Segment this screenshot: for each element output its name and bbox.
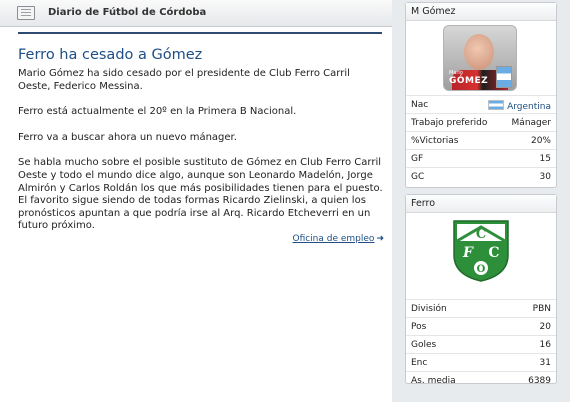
nation-link[interactable]: Argentina bbox=[488, 100, 551, 112]
club-name[interactable]: Ferro bbox=[406, 195, 556, 213]
stat-label: División bbox=[411, 304, 447, 314]
argentina-flag-icon bbox=[496, 66, 512, 88]
stat-value: 30 bbox=[539, 172, 551, 182]
stat-value: PBN bbox=[532, 304, 551, 314]
manager-portrait[interactable]: Mario GÓMEZ bbox=[443, 25, 517, 91]
face-image bbox=[464, 34, 494, 70]
news-headline: Ferro ha cesado a Gómez bbox=[18, 47, 203, 63]
argentina-flag-icon bbox=[488, 100, 505, 110]
crest-letter-top: C bbox=[476, 227, 486, 242]
stat-row-nationality: Nac Argentina bbox=[406, 95, 556, 113]
stat-row-attendance: As. media 6389 bbox=[406, 371, 556, 389]
stat-label: Nac bbox=[411, 100, 429, 110]
news-source: Diario de Fútbol de Córdoba bbox=[48, 7, 207, 18]
stat-value: 15 bbox=[539, 154, 551, 164]
stat-value: 20 bbox=[539, 322, 551, 332]
club-crest-area: C F C O bbox=[406, 213, 556, 299]
news-body: Mario Gómez ha sido cesado por el presid… bbox=[18, 68, 384, 246]
portrait-last-name: GÓMEZ bbox=[449, 76, 489, 86]
stat-row-position: Pos 20 bbox=[406, 317, 556, 335]
stat-row-win-pct: %Victorias 20% bbox=[406, 131, 556, 149]
crest-letter-right: C bbox=[488, 245, 499, 261]
stat-value: Mánager bbox=[511, 118, 551, 128]
news-paragraph: Mario Gómez ha sido cesado por el presid… bbox=[18, 68, 350, 92]
stat-label: Pos bbox=[411, 322, 427, 332]
stat-row-preferred-job: Trabajo preferido Mánager bbox=[406, 113, 556, 131]
title-divider bbox=[18, 32, 382, 34]
manager-name[interactable]: M Gómez bbox=[406, 3, 556, 21]
stat-label: As. media bbox=[411, 376, 456, 386]
newspaper-icon bbox=[17, 6, 35, 20]
stat-label: Enc bbox=[411, 358, 428, 368]
ferro-crest-icon[interactable]: C F C O bbox=[452, 219, 510, 283]
stat-row-goals-against: GC 30 bbox=[406, 167, 556, 185]
news-paragraph: Ferro va a buscar ahora un nuevo mánager… bbox=[18, 131, 237, 143]
stat-row-conceded: Enc 31 bbox=[406, 353, 556, 371]
news-paragraph: Ferro está actualmente el 20º en la Prim… bbox=[18, 106, 297, 118]
job-centre-link[interactable]: Oficina de empleo ➜ bbox=[292, 234, 384, 244]
stat-label: GF bbox=[411, 154, 424, 164]
stat-label: GC bbox=[411, 172, 425, 182]
stat-value: 20% bbox=[530, 136, 551, 146]
news-article: Diario de Fútbol de Córdoba Ferro ha ces… bbox=[0, 0, 392, 402]
stat-value: 6389 bbox=[528, 376, 551, 386]
crest-letter-bottom: O bbox=[477, 264, 486, 275]
manager-panel: M Gómez Mario GÓMEZ Nac Argentina Trabaj… bbox=[405, 2, 557, 188]
job-centre-link-label: Oficina de empleo bbox=[292, 234, 375, 244]
stat-label: Goles bbox=[411, 340, 437, 350]
stat-row-goals: Goles 16 bbox=[406, 335, 556, 353]
stat-label: Trabajo preferido bbox=[411, 118, 488, 128]
news-paragraph: Se habla mucho sobre el posible sustitut… bbox=[18, 157, 383, 232]
crest-letter-left: F bbox=[462, 245, 474, 261]
arrow-right-icon: ➜ bbox=[376, 234, 384, 244]
stat-label: %Victorias bbox=[411, 136, 459, 146]
stat-row-division: División PBN bbox=[406, 299, 556, 317]
stat-value: Argentina bbox=[507, 102, 551, 112]
news-header: Diario de Fútbol de Córdoba bbox=[0, 0, 392, 27]
manager-photo-area: Mario GÓMEZ bbox=[406, 21, 556, 95]
club-panel: Ferro C F C O División PBN Pos 20 Goles … bbox=[405, 194, 557, 386]
stat-value: 16 bbox=[539, 340, 551, 350]
stat-value: 31 bbox=[539, 358, 551, 368]
stat-row-goals-for: GF 15 bbox=[406, 149, 556, 167]
